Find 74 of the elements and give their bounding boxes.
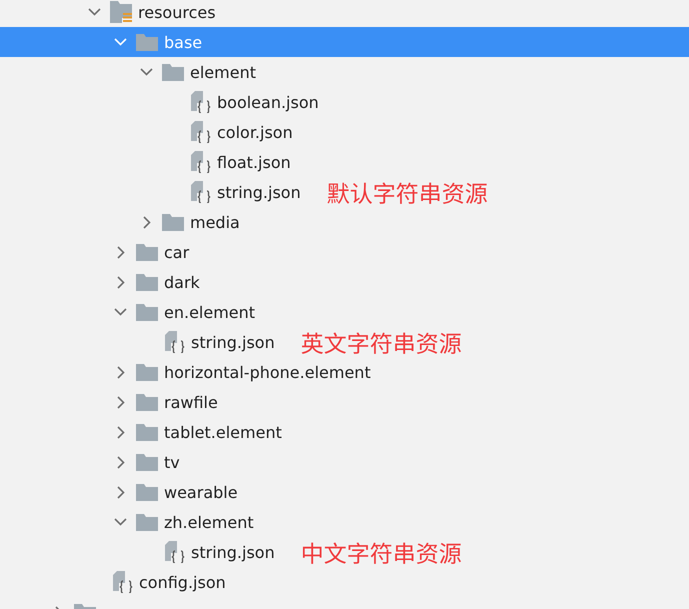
folder-icon	[136, 424, 158, 440]
resources-folder-icon	[110, 1, 132, 23]
tree-item-label: horizontal-phone.element	[164, 362, 371, 382]
tree-row[interactable]: tv	[0, 447, 689, 477]
tree-row[interactable]: string.json 默认字符串资源	[0, 177, 689, 207]
tree-item-label: element	[190, 62, 256, 82]
json-file-icon	[165, 331, 185, 353]
json-file-icon	[191, 91, 211, 113]
tree-item-label: resources	[138, 2, 216, 22]
json-file-icon	[191, 121, 211, 143]
tree-row[interactable]: zh.element	[0, 507, 689, 537]
tree-item-label: rawfile	[164, 392, 218, 412]
chevron-down-icon[interactable]	[114, 308, 127, 316]
folder-icon	[136, 454, 158, 470]
folder-icon	[136, 244, 158, 260]
chevron-right-icon[interactable]	[117, 396, 125, 408]
folder-icon	[162, 64, 184, 80]
chevron-right-icon[interactable]	[117, 426, 125, 438]
chevron-right-icon[interactable]	[117, 486, 125, 498]
tree-item-label: dark	[164, 272, 200, 292]
folder-icon	[162, 214, 184, 230]
chevron-down-icon[interactable]	[88, 8, 101, 16]
folder-icon	[136, 274, 158, 290]
tree-row[interactable]: float.json	[0, 147, 689, 177]
tree-row[interactable]: rawfile	[0, 387, 689, 417]
tree-item-label: tv	[164, 452, 180, 472]
tree-row[interactable]: media	[0, 207, 689, 237]
chevron-right-icon[interactable]	[117, 276, 125, 288]
annotation-text: 默认字符串资源	[326, 175, 488, 209]
tree-row[interactable]: wearable	[0, 477, 689, 507]
json-file-icon	[113, 571, 133, 593]
tree-item-label: wearable	[164, 482, 238, 502]
annotation-text: 英文字符串资源	[300, 325, 462, 359]
folder-icon	[136, 514, 158, 530]
tree-item-label: media	[190, 212, 240, 232]
tree-item-label: string.json	[217, 182, 301, 202]
tree-item-label: base	[164, 32, 202, 52]
tree-row[interactable]: car	[0, 237, 689, 267]
tree-row[interactable]: horizontal-phone.element	[0, 357, 689, 387]
chevron-down-icon[interactable]	[140, 68, 153, 76]
tree-row[interactable]: element	[0, 57, 689, 87]
folder-icon	[136, 34, 158, 50]
tree-row[interactable]: string.json 英文字符串资源	[0, 327, 689, 357]
tree-row[interactable]: en.element	[0, 297, 689, 327]
chevron-right-icon[interactable]	[117, 366, 125, 378]
folder-icon	[136, 394, 158, 410]
folder-icon	[136, 304, 158, 320]
chevron-right-icon[interactable]	[117, 246, 125, 258]
tree-row[interactable]: boolean.json	[0, 87, 689, 117]
folder-icon	[136, 484, 158, 500]
tree-row[interactable]: config.json	[0, 567, 689, 597]
annotation-text: 中文字符串资源	[300, 535, 462, 569]
chevron-right-icon[interactable]	[143, 216, 151, 228]
chevron-down-icon[interactable]	[114, 518, 127, 526]
tree-row[interactable]: string.json 中文字符串资源	[0, 537, 689, 567]
tree-item-label: string.json	[191, 332, 275, 352]
tree-row[interactable]: color.json	[0, 117, 689, 147]
json-file-icon	[191, 151, 211, 173]
tree-row[interactable]: tablet.element	[0, 417, 689, 447]
tree-item-label: string.json	[191, 542, 275, 562]
json-file-icon	[191, 181, 211, 203]
folder-icon	[136, 364, 158, 380]
tree-item-label: en.element	[164, 302, 256, 322]
tree-item-label: color.json	[217, 122, 293, 142]
json-file-icon	[165, 541, 185, 563]
tree-item-label: zh.element	[164, 512, 254, 532]
chevron-right-icon[interactable]	[117, 456, 125, 468]
tree-item-label: float.json	[217, 152, 291, 172]
tree-item-label: config.json	[139, 572, 226, 592]
tree-row[interactable]: resources	[0, 0, 689, 27]
tree-row[interactable]: dark	[0, 267, 689, 297]
tree-item-label: tablet.element	[164, 422, 282, 442]
tree-item-label: car	[164, 242, 190, 262]
tree-item-label: boolean.json	[217, 92, 319, 112]
